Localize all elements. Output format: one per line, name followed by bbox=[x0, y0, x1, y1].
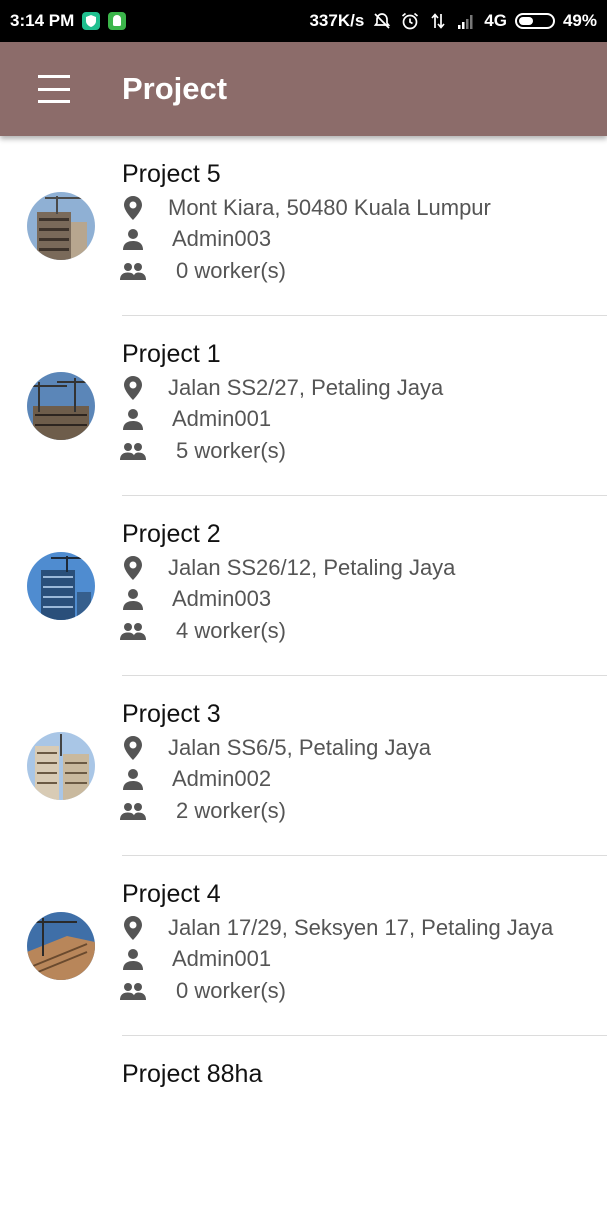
shield-app-icon bbox=[82, 12, 101, 30]
alarm-icon bbox=[400, 11, 420, 31]
project-item[interactable]: Project 1 Jalan SS2/27, Petaling Jaya Ad… bbox=[0, 316, 607, 496]
project-admin-row: Admin003 bbox=[120, 226, 271, 252]
project-item[interactable]: Project 4 Jalan 17/29, Seksyen 17, Petal… bbox=[0, 856, 607, 1036]
people-icon bbox=[120, 798, 146, 824]
project-admin: Admin003 bbox=[172, 586, 272, 611]
person-icon bbox=[120, 766, 146, 792]
project-admin-row: Admin003 bbox=[120, 586, 271, 612]
people-icon bbox=[120, 618, 146, 644]
menu-icon[interactable] bbox=[38, 75, 74, 103]
project-list: Project 5 Mont Kiara, 50480 Kuala Lumpur… bbox=[0, 136, 607, 1216]
network-type: 4G bbox=[484, 11, 507, 30]
project-workers-row: 0 worker(s) bbox=[120, 258, 286, 284]
project-admin-row: Admin001 bbox=[120, 406, 271, 432]
project-location-row: Jalan 17/29, Seksyen 17, Petaling Jaya bbox=[120, 915, 553, 941]
project-workers-row: 0 worker(s) bbox=[120, 978, 286, 1004]
network-speed: 337K/s bbox=[309, 11, 365, 30]
data-transfer-icon bbox=[428, 11, 448, 31]
project-workers: 4 worker(s) bbox=[176, 618, 287, 643]
project-workers: 2 worker(s) bbox=[176, 798, 287, 823]
project-admin: Admin001 bbox=[172, 406, 272, 431]
project-title: Project 1 bbox=[122, 340, 221, 368]
people-icon bbox=[120, 978, 146, 1004]
location-pin-icon bbox=[120, 195, 146, 221]
location-pin-icon bbox=[120, 915, 146, 941]
project-title: Project 4 bbox=[122, 880, 221, 908]
battery-level-fill bbox=[518, 17, 533, 25]
people-icon bbox=[120, 258, 146, 284]
project-location-row: Mont Kiara, 50480 Kuala Lumpur bbox=[120, 195, 491, 221]
project-title: Project 2 bbox=[122, 520, 221, 548]
project-title: Project 5 bbox=[122, 160, 221, 188]
person-icon bbox=[120, 946, 146, 972]
project-avatar bbox=[27, 192, 95, 260]
project-admin: Admin002 bbox=[172, 766, 272, 791]
person-icon bbox=[120, 406, 146, 432]
signal-strength-icon bbox=[456, 11, 476, 31]
project-admin-row: Admin002 bbox=[120, 766, 271, 792]
project-item[interactable]: Project 3 Jalan SS6/5, Petaling Jaya Adm… bbox=[0, 676, 607, 856]
app-bar: Project bbox=[0, 42, 607, 136]
project-title: Project 3 bbox=[122, 700, 221, 728]
project-location: Jalan SS2/27, Petaling Jaya bbox=[168, 375, 444, 400]
location-pin-icon bbox=[120, 375, 146, 401]
project-workers: 5 worker(s) bbox=[176, 438, 287, 463]
project-title: Project 88ha bbox=[122, 1060, 263, 1088]
page-title: Project bbox=[122, 71, 228, 106]
project-location-row: Jalan SS2/27, Petaling Jaya bbox=[120, 375, 443, 401]
project-avatar bbox=[27, 552, 95, 620]
project-avatar bbox=[27, 732, 95, 800]
project-location: Jalan SS6/5, Petaling Jaya bbox=[168, 735, 431, 760]
project-location: Jalan 17/29, Seksyen 17, Petaling Jaya bbox=[168, 915, 554, 940]
project-item[interactable]: Project 5 Mont Kiara, 50480 Kuala Lumpur… bbox=[0, 136, 607, 316]
project-item[interactable]: Project 88ha bbox=[0, 1036, 607, 1216]
project-admin-row: Admin001 bbox=[120, 946, 271, 972]
project-workers-row: 4 worker(s) bbox=[120, 618, 286, 644]
project-workers-row: 5 worker(s) bbox=[120, 438, 286, 464]
person-icon bbox=[120, 586, 146, 612]
project-location-row: Jalan SS26/12, Petaling Jaya bbox=[120, 555, 455, 581]
status-time: 3:14 PM bbox=[10, 11, 75, 30]
android-app-icon bbox=[108, 12, 127, 30]
project-location: Mont Kiara, 50480 Kuala Lumpur bbox=[168, 195, 491, 220]
battery-icon bbox=[514, 13, 555, 29]
project-workers: 0 worker(s) bbox=[176, 258, 287, 283]
project-workers: 0 worker(s) bbox=[176, 978, 287, 1003]
people-icon bbox=[120, 438, 146, 464]
project-avatar bbox=[27, 912, 95, 980]
location-pin-icon bbox=[120, 555, 146, 581]
location-pin-icon bbox=[120, 735, 146, 761]
project-avatar bbox=[27, 372, 95, 440]
person-icon bbox=[120, 226, 146, 252]
project-admin: Admin003 bbox=[172, 226, 272, 251]
battery-percent: 49% bbox=[562, 11, 597, 30]
project-admin: Admin001 bbox=[172, 946, 272, 971]
notifications-off-icon bbox=[372, 11, 392, 31]
project-location-row: Jalan SS6/5, Petaling Jaya bbox=[120, 735, 431, 761]
project-workers-row: 2 worker(s) bbox=[120, 798, 286, 824]
status-bar: 3:14 PM 337K/s 4G 49% bbox=[0, 0, 607, 42]
project-item[interactable]: Project 2 Jalan SS26/12, Petaling Jaya A… bbox=[0, 496, 607, 676]
project-location: Jalan SS26/12, Petaling Jaya bbox=[168, 555, 456, 580]
